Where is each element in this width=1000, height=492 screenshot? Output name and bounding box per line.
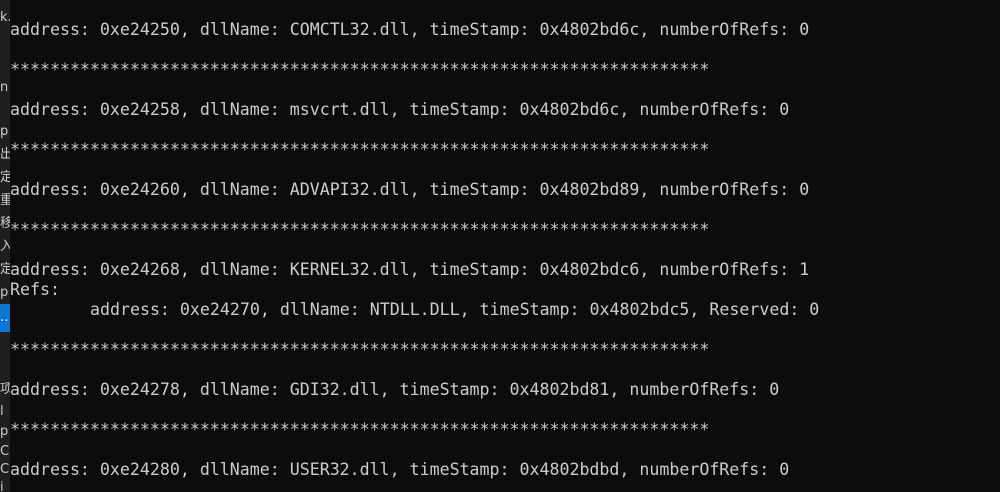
- side-fragment: p: [0, 285, 9, 300]
- output-line: address: 0xe24258, dllName: msvcrt.dll, …: [10, 100, 790, 119]
- side-fragment: C: [0, 462, 10, 477]
- output-line: address: 0xe24280, dllName: USER32.dll, …: [10, 460, 790, 479]
- side-fragment: 项: [0, 382, 10, 397]
- side-fragment: 定: [0, 262, 10, 277]
- console-output[interactable]: address: 0xe24250, dllName: COMCTL32.dll…: [10, 0, 1000, 492]
- output-line: address: 0xe24260, dllName: ADVAPI32.dll…: [10, 180, 810, 199]
- side-fragment: l: [0, 404, 4, 419]
- side-fragment: i: [0, 480, 4, 492]
- output-line: address: 0xe24268, dllName: KERNEL32.dll…: [10, 260, 810, 279]
- side-fragment: p: [0, 424, 9, 439]
- separator-line: ****************************************…: [10, 140, 710, 159]
- side-fragment: 重: [0, 193, 10, 208]
- side-fragment: 移: [0, 216, 10, 231]
- separator-line: ****************************************…: [10, 220, 710, 239]
- side-fragment: k.: [0, 10, 10, 25]
- side-fragment: 出: [0, 147, 10, 162]
- refs-label: Refs:: [10, 280, 60, 299]
- separator-line: ****************************************…: [10, 60, 710, 79]
- separator-line: ****************************************…: [10, 340, 710, 359]
- console-window: k. n p 出 定 重 移 入 定 p … 项 l p C C i addre…: [0, 0, 1000, 492]
- output-line: address: 0xe24278, dllName: GDI32.dll, t…: [10, 380, 780, 399]
- side-fragment: 入: [0, 239, 10, 254]
- side-fragment: n: [0, 80, 9, 95]
- side-fragment: C: [0, 444, 10, 459]
- side-fragment: …: [0, 308, 10, 328]
- separator-line: ****************************************…: [10, 420, 710, 439]
- side-fragment: 定: [0, 170, 10, 185]
- side-fragment: p: [0, 124, 9, 139]
- ref-entry-line: address: 0xe24270, dllName: NTDLL.DLL, t…: [90, 300, 820, 319]
- background-window-strip: k. n p 出 定 重 移 入 定 p … 项 l p C C i: [0, 0, 10, 492]
- output-line: address: 0xe24250, dllName: COMCTL32.dll…: [10, 20, 810, 39]
